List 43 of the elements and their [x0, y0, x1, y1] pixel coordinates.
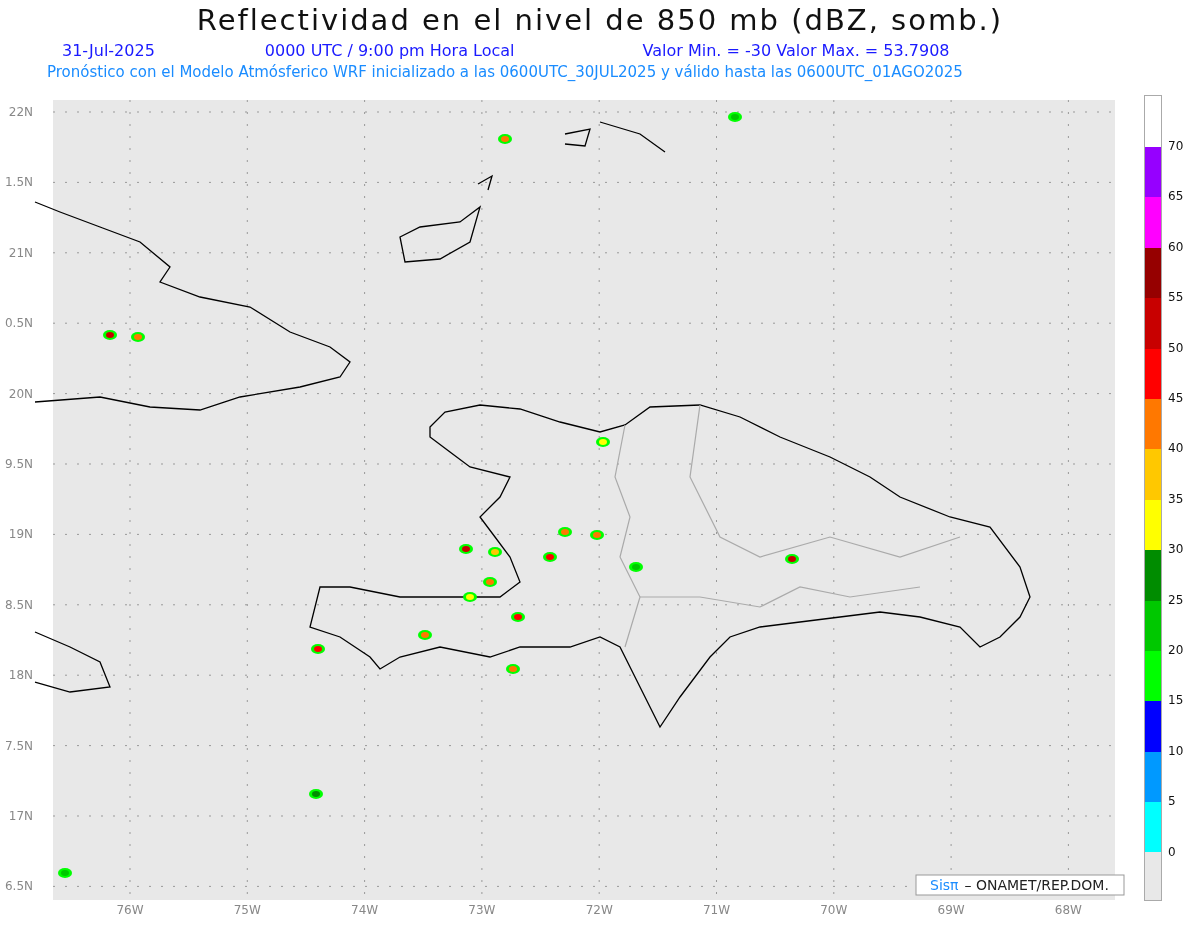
- longitude-label: 68W: [1054, 903, 1082, 917]
- longitude-label: 74W: [351, 903, 379, 917]
- latitude-label: 9.5N: [4, 457, 33, 471]
- latitude-label: 1.5N: [4, 175, 33, 190]
- latitude-label: 0.5N: [4, 316, 33, 331]
- latitude-label: 7.5N: [4, 738, 33, 753]
- color-scale-label: 30: [1168, 542, 1184, 557]
- longitude-label: 69W: [937, 903, 965, 917]
- color-scale-label: 20: [1168, 643, 1184, 657]
- date-label: 31-Jul-2025: [62, 41, 155, 61]
- time-label: 0000 UTC / 9:00 pm Hora Local: [264, 41, 515, 61]
- latitude-label: 22N: [8, 105, 33, 119]
- credit-label: Sisπ – ONAMET/REP.DOM.: [915, 874, 1125, 896]
- chart-title: Reflectividad en el nivel de 850 mb (dBZ, somb.): [195, 2, 1005, 39]
- color-scale-label: 65: [1168, 189, 1184, 204]
- forecast-subtitle: Pronóstico con el Modelo Atmósferico WRF inicializado a las 0600UTC_30JUL2025 y válido hasta las 0600UTC_01AGO2025: [46, 63, 964, 83]
- below-range-swatch: [1145, 852, 1161, 900]
- color-scale-label: 70: [1168, 139, 1184, 153]
- color-scale-label: 45: [1168, 391, 1184, 405]
- color-scale-label: 60: [1168, 239, 1184, 254]
- latitude-label: 19N: [8, 527, 33, 542]
- latitude-label: 20N: [8, 386, 33, 401]
- longitude-label: 75W: [233, 903, 261, 917]
- color-scale-label: 25: [1168, 592, 1184, 607]
- latitude-label: 21N: [8, 245, 33, 260]
- longitude-label: 72W: [585, 903, 613, 917]
- latitude-label: 6.5N: [4, 879, 33, 894]
- color-scale-label: 50: [1168, 340, 1184, 355]
- color-scale-label: 15: [1168, 693, 1184, 708]
- longitude-label: 71W: [702, 903, 731, 917]
- color-scale-label: 10: [1168, 743, 1184, 758]
- color-scale-label: 55: [1168, 290, 1184, 305]
- longitude-label: 70W: [820, 903, 848, 917]
- latitude-label: 18N: [8, 668, 33, 683]
- color-scale-label: 40: [1168, 441, 1184, 456]
- color-scale-label: 0: [1168, 844, 1176, 859]
- longitude-label: 73W: [468, 903, 496, 917]
- color-scale-label: 35: [1168, 491, 1184, 506]
- latitude-label: 17N: [8, 809, 33, 823]
- latitude-label: 8.5N: [4, 597, 33, 612]
- value-range-label: Valor Min. = -30 Valor Max. = 53.7908: [642, 41, 950, 61]
- longitude-label: 76W: [116, 903, 144, 917]
- color-scale-label: 5: [1168, 794, 1176, 809]
